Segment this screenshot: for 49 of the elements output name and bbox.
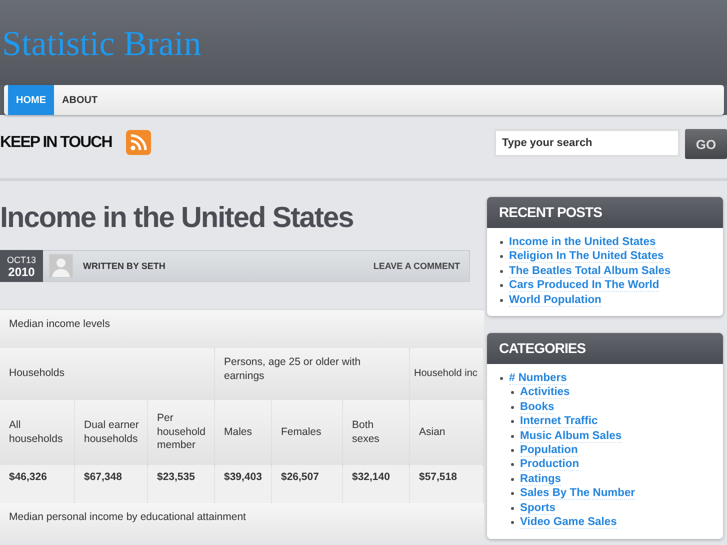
category-link[interactable]: Production	[520, 458, 580, 472]
date-badge: OCT13 2010	[0, 250, 43, 282]
site-title[interactable]: Statistic Brain	[2, 24, 202, 64]
table-caption: Median personal income by educational attainment	[9, 511, 246, 524]
column-header: Asian	[419, 426, 446, 440]
go-button[interactable]: GO	[685, 129, 727, 159]
table-cell: $26,507	[281, 471, 319, 485]
leave-comment-link[interactable]: LEAVE A COMMENT	[373, 261, 460, 271]
category-link[interactable]: Video Game Sales	[520, 516, 617, 530]
table-cell: $23,535	[157, 471, 195, 485]
category-link[interactable]: Internet Traffic	[520, 415, 598, 428]
recent-post-link[interactable]: Income in the United States	[509, 236, 656, 249]
column-header: Females	[281, 426, 322, 440]
table-cell: $57,518	[419, 471, 457, 485]
column-header: Both sexes	[352, 419, 380, 446]
nav-link[interactable]: HOME	[8, 85, 54, 115]
table-caption: Median income levels	[9, 318, 110, 332]
recent-post-link[interactable]: Religion In The United States	[509, 250, 664, 264]
recent-post-link[interactable]: World Population	[509, 294, 602, 307]
avatar-icon	[49, 254, 73, 278]
search-field[interactable]: Type your search	[494, 129, 680, 157]
author-byline: WRITTEN BY SETH	[83, 261, 166, 271]
recent-post-link[interactable]: The Beatles Total Album Sales	[509, 264, 671, 278]
category-link[interactable]: Ratings	[520, 472, 562, 486]
post-title: Income in the United States	[0, 201, 354, 236]
category-link[interactable]: Sports	[520, 502, 556, 515]
column-header: Males	[224, 426, 252, 440]
group-header: Households	[9, 367, 64, 381]
widget-title: RECENT POSTS	[487, 197, 723, 228]
widget-title: CATEGORIES	[487, 333, 723, 364]
group-header: Household inc	[414, 367, 478, 381]
keep-in-touch-label: KEEP IN TOUCH	[0, 134, 112, 152]
table-cell: $32,140	[352, 471, 390, 485]
category-link[interactable]: Population	[520, 444, 578, 458]
column-header: All households	[9, 419, 64, 446]
recent-post-link[interactable]: Cars Produced In The World	[509, 279, 660, 292]
column-header: Per household member	[157, 412, 206, 453]
group-header: Persons, age 25 or older with earnings	[224, 356, 362, 383]
rss-icon[interactable]	[126, 130, 151, 155]
table-cell: $39,403	[224, 471, 262, 485]
table-cell: $67,348	[84, 471, 122, 485]
category-link[interactable]: Activities	[520, 386, 570, 400]
table-cell: $46,326	[9, 471, 47, 485]
category-link[interactable]: # Numbers	[509, 372, 567, 386]
category-link[interactable]: Books	[520, 400, 554, 414]
category-link[interactable]: Sales By The Number	[520, 487, 636, 500]
column-header: Dual earner households	[84, 419, 140, 446]
nav-link[interactable]: ABOUT	[54, 85, 106, 115]
category-link[interactable]: Music Album Sales	[520, 430, 622, 443]
